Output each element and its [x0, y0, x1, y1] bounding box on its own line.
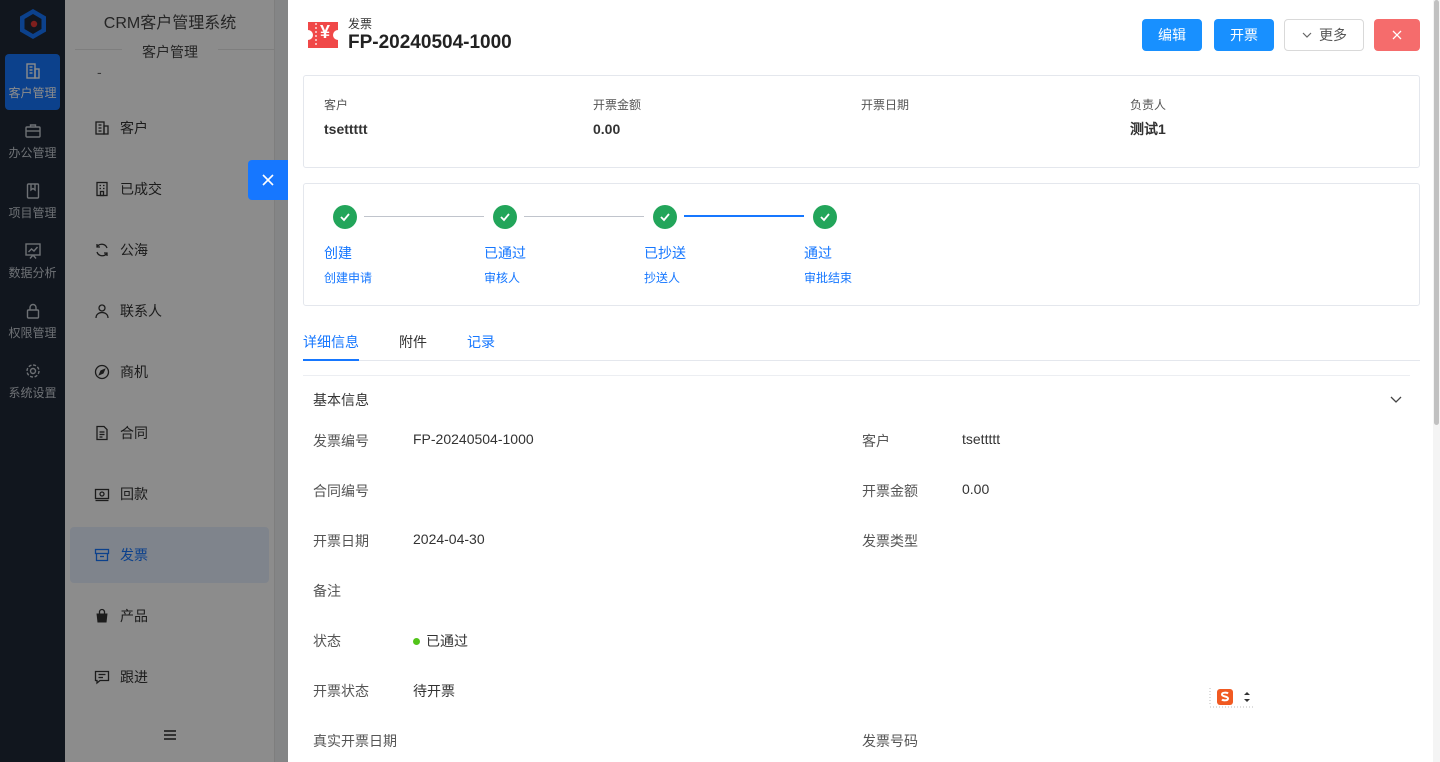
summary-label: 开票金额 [593, 98, 642, 112]
tab-records[interactable]: 记录 [467, 332, 495, 352]
field-value-status: 已通过 [413, 631, 468, 651]
field-label-invoice-code: 发票号码 [862, 733, 918, 749]
field-value-issue-status: 待开票 [413, 683, 455, 699]
tab-details[interactable]: 详细信息 [303, 332, 359, 361]
scrollbar-thumb[interactable] [1434, 0, 1439, 425]
step-name: 通过 [804, 245, 832, 261]
step-name: 已通过 [484, 245, 526, 261]
close-drawer-button[interactable] [1374, 19, 1420, 51]
step-connector [364, 216, 484, 217]
step-desc: 审批结束 [804, 271, 853, 285]
record-type-label: 发票 [348, 17, 373, 31]
step-connector [524, 216, 644, 217]
summary-card: 客户 tsettttt 开票金额 0.00 开票日期 负责人 测试1 [303, 75, 1420, 168]
step-desc: 创建申请 [324, 271, 373, 285]
more-button[interactable]: 更多 [1284, 19, 1364, 51]
invoice-icon-glyph: ¥ [320, 22, 331, 42]
step-complete-dot [813, 205, 837, 229]
chevron-down-icon [1302, 32, 1312, 38]
check-icon [500, 213, 510, 222]
chevron-down-icon[interactable] [1389, 392, 1403, 406]
summary-label: 负责人 [1130, 98, 1167, 112]
field-label-customer: 客户 [862, 433, 890, 449]
field-value-invoice-date: 2024-04-30 [413, 531, 485, 547]
summary-value: 0.00 [593, 121, 621, 137]
status-badge: 已通过 [426, 633, 468, 649]
summary-label: 开票日期 [861, 98, 910, 112]
issue-invoice-button[interactable]: 开票 [1214, 19, 1274, 51]
field-value-amount: 0.00 [962, 481, 990, 497]
field-value-invoice-no: FP-20240504-1000 [413, 431, 534, 447]
step-desc: 抄送人 [644, 271, 681, 285]
field-label-amount: 开票金额 [862, 483, 918, 499]
field-label-invoice-no: 发票编号 [313, 433, 369, 449]
step-complete-dot [653, 205, 677, 229]
tab-attachments[interactable]: 附件 [399, 332, 427, 352]
field-label-issue-status: 开票状态 [313, 683, 369, 699]
field-label-contract-no: 合同编号 [313, 483, 369, 499]
approval-steps: 创建 创建申请 已通过 审核人 已抄送 抄送人 通过 审批结束 [303, 183, 1420, 306]
summary-customer: 客户 tsettttt [324, 96, 368, 137]
section-title: 基本信息 [313, 392, 369, 408]
invoice-detail-drawer: ¥ 发票 FP-20240504-1000 编辑 开票 更多 客户 tsettt… [288, 0, 1433, 762]
more-button-label: 更多 [1319, 27, 1347, 43]
check-icon [820, 213, 830, 222]
field-label-remark: 备注 [313, 583, 341, 599]
check-icon [340, 213, 350, 222]
step-desc: 审核人 [484, 271, 521, 285]
field-label-invoice-type: 发票类型 [862, 533, 918, 549]
field-value-customer: tsettttt [962, 431, 1001, 447]
field-label-status: 状态 [313, 633, 341, 649]
ime-indicator-icon[interactable] [1208, 686, 1256, 708]
step-complete-dot [333, 205, 357, 229]
summary-label: 客户 [324, 98, 349, 112]
drawer-scrollbar[interactable] [1433, 0, 1440, 762]
summary-amount: 开票金额 0.00 [593, 96, 641, 137]
status-dot [413, 637, 420, 645]
edit-button[interactable]: 编辑 [1142, 19, 1202, 51]
summary-value: tsettttt [324, 121, 368, 137]
summary-value: 测试1 [1130, 121, 1166, 137]
detail-tabs: 详细信息 附件 记录 [303, 322, 1420, 361]
summary-date: 开票日期 [861, 96, 909, 121]
summary-owner: 负责人 测试1 [1130, 96, 1166, 139]
check-icon [660, 213, 670, 222]
step-name: 已抄送 [644, 245, 686, 261]
close-icon [262, 174, 274, 186]
step-complete-dot [493, 205, 517, 229]
close-icon [1392, 30, 1402, 40]
field-label-real-date: 真实开票日期 [313, 733, 397, 749]
step-connector-active [684, 215, 804, 217]
invoice-number-title: FP-20240504-1000 [348, 32, 512, 53]
step-name: 创建 [324, 245, 352, 261]
drawer-close-tab[interactable] [248, 160, 288, 200]
field-label-invoice-date: 开票日期 [313, 533, 369, 549]
divider [303, 375, 1410, 376]
